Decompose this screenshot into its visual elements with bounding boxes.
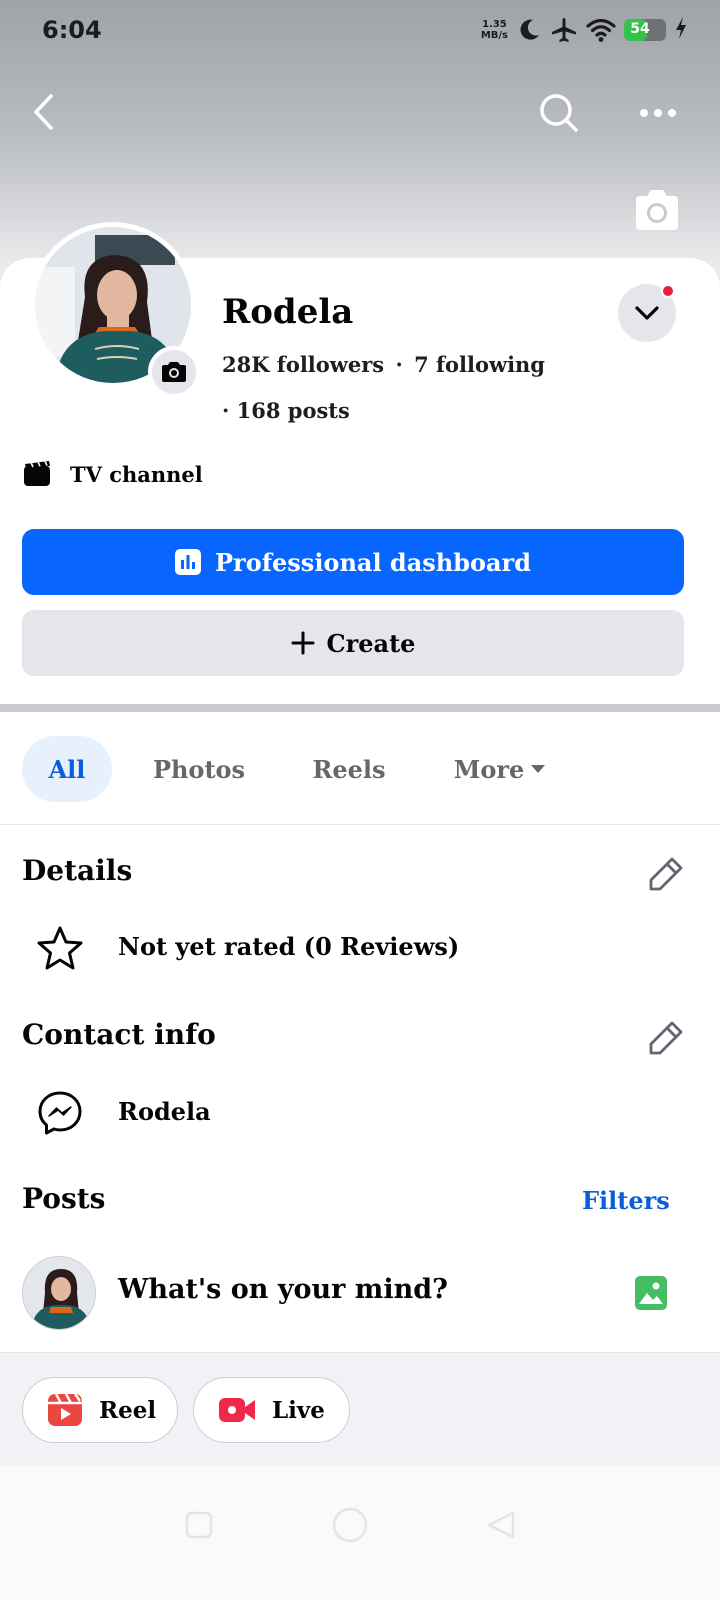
edit-details-icon[interactable] (646, 854, 686, 894)
caret-down-icon (531, 765, 546, 773)
chevron-down-icon (635, 306, 659, 320)
live-button[interactable]: Live (193, 1377, 350, 1443)
section-divider (0, 704, 720, 712)
composer-input[interactable]: What's on your mind? (118, 1274, 448, 1305)
clapperboard-icon (24, 460, 50, 486)
messenger-name[interactable]: Rodela (118, 1097, 211, 1126)
wifi-icon (586, 18, 616, 42)
status-bar: 6:04 1.35 MB/s 54 (0, 0, 720, 64)
recent-apps-icon[interactable] (184, 1510, 214, 1540)
back-triangle-icon[interactable] (486, 1510, 516, 1540)
more-dots-icon[interactable] (636, 96, 680, 130)
reel-icon (48, 1393, 82, 1426)
quick-actions-bar: Reel Live (0, 1352, 720, 1466)
rating-text: Not yet rated (0 Reviews) (118, 932, 460, 961)
professional-dashboard-label: Professional dashboard (215, 547, 531, 577)
details-title: Details (22, 854, 133, 887)
filters-link[interactable]: Filters (582, 1186, 670, 1215)
airplane-icon (552, 18, 576, 42)
profile-stats: 28K followers · 7 following (222, 352, 545, 377)
camera-icon (162, 362, 186, 382)
profile-tabs: All Photos Reels More (0, 736, 720, 802)
professional-dashboard-button[interactable]: Professional dashboard (22, 529, 684, 595)
following-count[interactable]: 7 following (414, 352, 545, 377)
composer-avatar[interactable] (22, 1256, 96, 1330)
dashboard-chart-icon (175, 549, 201, 575)
tab-more[interactable]: More (440, 736, 560, 802)
live-label: Live (272, 1396, 325, 1424)
star-icon (37, 926, 83, 970)
posts-count: · 168 posts (222, 398, 350, 423)
edit-contact-icon[interactable] (646, 1018, 686, 1058)
battery-indicator: 54 (624, 19, 666, 41)
contact-info-title: Contact info (22, 1018, 216, 1051)
network-speed: 1.35 MB/s (480, 19, 508, 41)
messenger-icon (38, 1091, 82, 1135)
create-button[interactable]: Create (22, 610, 684, 676)
status-time: 6:04 (42, 16, 102, 44)
moon-icon (520, 19, 539, 40)
cover-camera-icon[interactable] (632, 188, 682, 232)
search-icon[interactable] (538, 92, 580, 134)
system-navigation-bar (0, 1466, 720, 1600)
avatar-camera-button[interactable] (148, 346, 200, 398)
live-video-icon (219, 1398, 255, 1422)
home-icon[interactable] (331, 1506, 369, 1544)
charging-icon (676, 17, 686, 39)
notification-dot (661, 284, 675, 298)
tabs-divider (0, 824, 720, 825)
tab-reels[interactable]: Reels (296, 736, 402, 802)
followers-count[interactable]: 28K followers (222, 352, 384, 377)
reel-button[interactable]: Reel (22, 1377, 178, 1443)
status-icons: 1.35 MB/s 54 (480, 16, 686, 44)
stats-separator: · (395, 352, 403, 377)
back-arrow-icon[interactable] (26, 92, 66, 132)
category-row: TV channel (22, 460, 203, 488)
profile-name: Rodela (222, 292, 354, 332)
photo-icon[interactable] (634, 1274, 668, 1312)
create-label: Create (326, 628, 416, 658)
plus-icon (291, 631, 315, 655)
tab-photos[interactable]: Photos (136, 736, 262, 802)
category-label: TV channel (70, 461, 203, 487)
reel-label: Reel (99, 1396, 157, 1424)
tab-all[interactable]: All (22, 736, 112, 802)
posts-title: Posts (22, 1182, 106, 1215)
